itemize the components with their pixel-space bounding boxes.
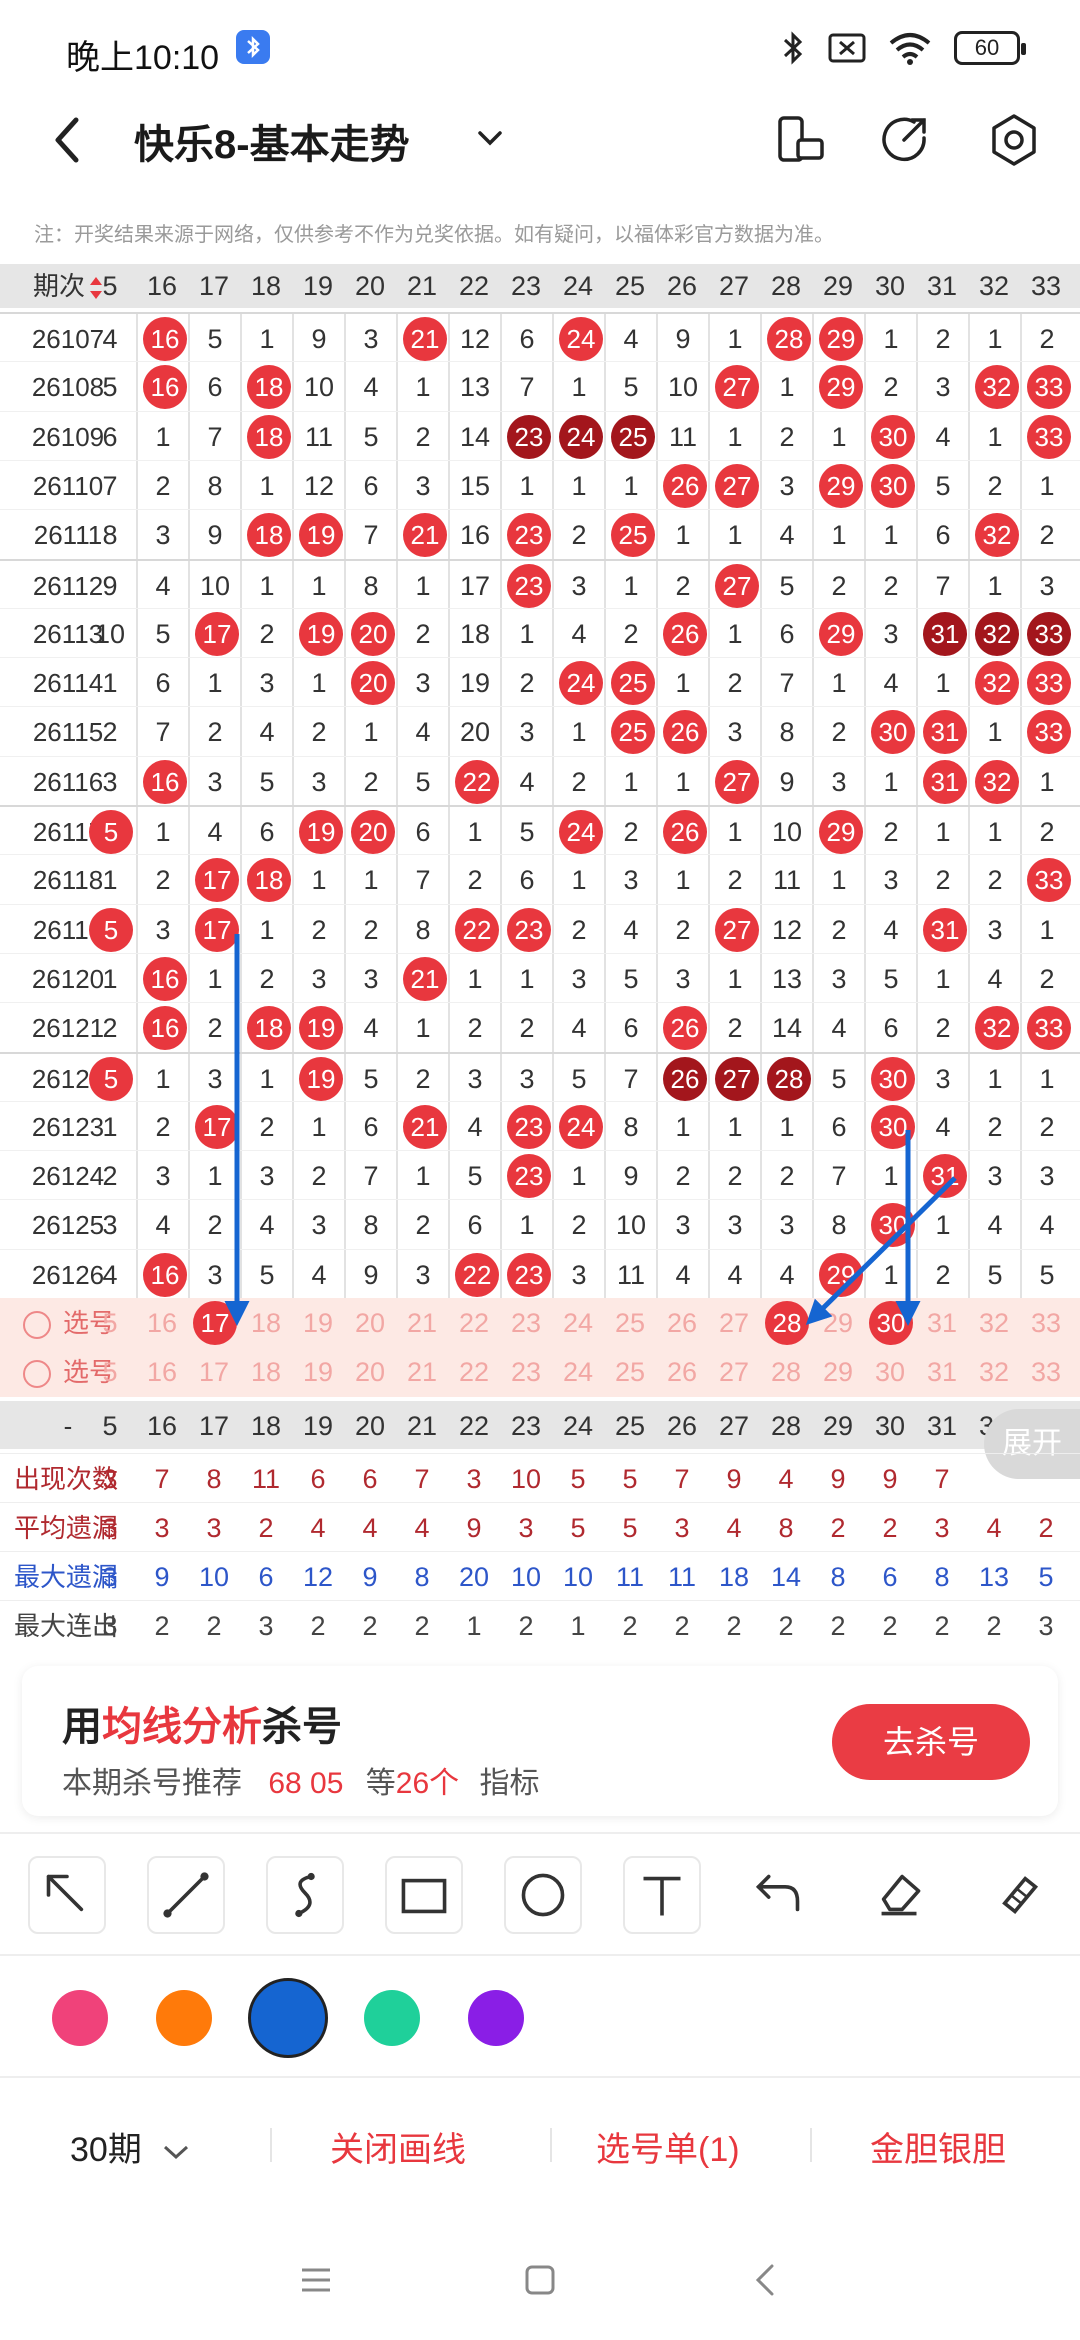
- color-swatch[interactable]: [364, 1990, 420, 2046]
- undo-icon[interactable]: [742, 1856, 820, 1934]
- chevron-down-icon: [164, 2145, 189, 2160]
- eraser-icon[interactable]: [861, 1856, 939, 1934]
- menu-nav-icon[interactable]: [286, 2250, 346, 2310]
- rect-tool-icon[interactable]: [385, 1856, 463, 1934]
- card-sub-numbers: 68 05: [268, 1767, 344, 1800]
- card-sub-post: 指标: [479, 1767, 540, 1800]
- text-tool-icon[interactable]: [623, 1856, 701, 1934]
- period-selector-label: 30期: [70, 2131, 142, 2169]
- card-title: 用均线分析杀号: [62, 1694, 342, 1752]
- card-sub-count: 26个: [395, 1767, 460, 1800]
- circle-tool-icon[interactable]: [504, 1856, 582, 1934]
- color-swatch[interactable]: [156, 1990, 212, 2046]
- color-swatch[interactable]: [248, 1978, 328, 2058]
- app-root: 晚上10:10 60 快乐8-基本走势 注：开奖结果来源于网络，仅供参考不作为兑…: [0, 0, 1080, 2340]
- card-subtitle: 本期杀号推荐 68 05 等26个 指标: [62, 1758, 539, 1802]
- kill-number-card: 用均线分析杀号 本期杀号推荐 68 05 等26个 指标 去杀号: [22, 1666, 1058, 1816]
- selection-list-button[interactable]: 选号单(1): [596, 2122, 740, 2171]
- drawn-arrow-2[interactable]: [805, 1176, 957, 1326]
- card-sub-label: 本期杀号推荐: [62, 1767, 242, 1800]
- system-nav-bar: [0, 2210, 1080, 2340]
- card-title-post: 杀号: [262, 1705, 342, 1749]
- card-sub-mid: 等: [365, 1767, 396, 1800]
- period-selector[interactable]: 30期: [70, 2122, 193, 2171]
- back-nav-icon[interactable]: [736, 2250, 796, 2310]
- color-swatch[interactable]: [52, 1990, 108, 2046]
- clear-brush-icon[interactable]: [980, 1856, 1058, 1934]
- gold-silver-button[interactable]: 金胆银胆: [870, 2122, 1006, 2171]
- action-divider: [270, 2128, 272, 2162]
- home-nav-icon[interactable]: [510, 2250, 570, 2310]
- arrow-tool-icon[interactable]: [28, 1856, 106, 1934]
- color-selector: [0, 1954, 1080, 2074]
- line-tool-icon[interactable]: [147, 1856, 225, 1934]
- drawing-toolbar: [0, 1832, 1080, 1952]
- action-bar: 30期 关闭画线 选号单(1) 金胆银胆: [0, 2076, 1080, 2210]
- card-title-pre: 用: [62, 1705, 102, 1749]
- close-drawing-button[interactable]: 关闭画线: [330, 2122, 466, 2171]
- card-title-highlight: 均线分析: [102, 1705, 262, 1749]
- kill-number-button[interactable]: 去杀号: [832, 1704, 1030, 1780]
- color-swatch[interactable]: [468, 1990, 524, 2046]
- action-divider: [810, 2128, 812, 2162]
- curve-tool-icon[interactable]: [266, 1856, 344, 1934]
- action-divider: [550, 2128, 552, 2162]
